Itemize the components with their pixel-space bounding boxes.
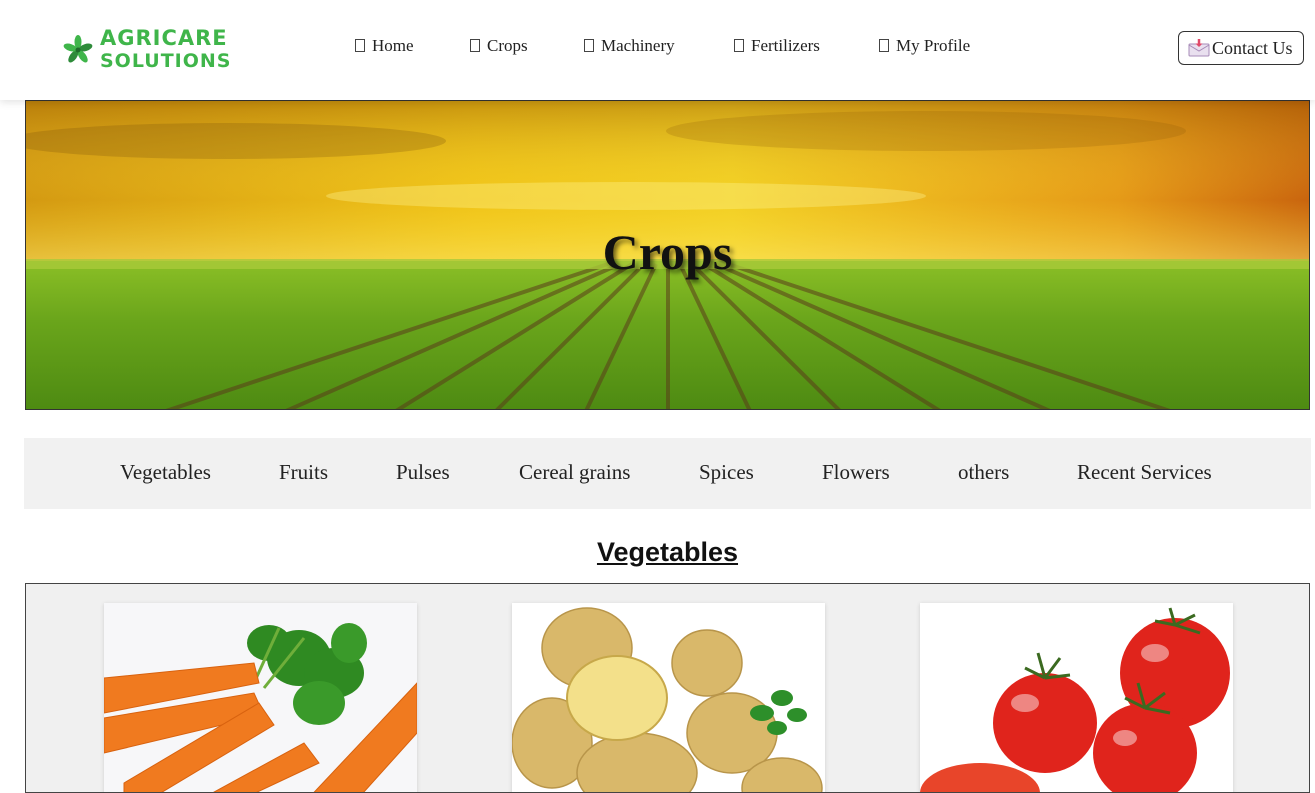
nav-fertilizers[interactable]: Fertilizers	[734, 36, 820, 56]
nav-home-label: Home	[372, 36, 414, 55]
nav-crops-label: Crops	[487, 36, 528, 55]
nav-crops[interactable]: Crops	[470, 36, 528, 56]
nav-my-profile[interactable]: My Profile	[879, 36, 970, 56]
nav-home[interactable]: Home	[355, 36, 414, 56]
logo[interactable]: AGRICARE SOLUTIONS	[62, 25, 230, 75]
category-others[interactable]: others	[958, 460, 1009, 485]
nav-my-profile-label: My Profile	[896, 36, 971, 55]
home-icon	[355, 39, 365, 52]
user-icon	[879, 39, 889, 52]
category-flowers[interactable]: Flowers	[822, 460, 890, 485]
card-carrots[interactable]	[104, 603, 417, 792]
nav-fertilizers-label: Fertilizers	[751, 36, 820, 55]
site-header: AGRICARE SOLUTIONS Home Crops Machinery …	[0, 0, 1315, 100]
category-cereal-grains[interactable]: Cereal grains	[519, 460, 630, 485]
fertilizers-icon	[734, 39, 744, 52]
nav-machinery-label: Machinery	[601, 36, 675, 55]
section-title: Vegetables	[596, 537, 739, 567]
logo-text-line2: SOLUTIONS	[100, 50, 232, 72]
crops-icon	[470, 39, 480, 52]
category-fruits[interactable]: Fruits	[279, 460, 328, 485]
category-pulses[interactable]: Pulses	[396, 460, 450, 485]
logo-text-line1: AGRICARE	[100, 26, 228, 50]
hero-title: Crops	[602, 224, 733, 280]
card-potatoes[interactable]	[512, 603, 825, 792]
tomatoes-image	[920, 603, 1233, 792]
contact-us-label: Contact Us	[1212, 38, 1293, 58]
vegetables-gallery	[25, 583, 1310, 793]
category-nav: Vegetables Fruits Pulses Cereal grains S…	[24, 438, 1311, 509]
hero-banner: Crops	[25, 100, 1310, 410]
carrots-image	[104, 603, 417, 792]
potatoes-image	[512, 603, 825, 792]
envelope-icon	[1188, 39, 1210, 57]
leaf-pinwheel-icon	[63, 35, 93, 63]
contact-us-button[interactable]: Contact Us	[1178, 31, 1304, 65]
card-tomatoes[interactable]	[920, 603, 1233, 792]
category-vegetables[interactable]: Vegetables	[120, 460, 211, 485]
category-spices[interactable]: Spices	[699, 460, 754, 485]
nav-machinery[interactable]: Machinery	[584, 36, 675, 56]
category-recent-services[interactable]: Recent Services	[1077, 460, 1212, 485]
machinery-icon	[584, 39, 594, 52]
